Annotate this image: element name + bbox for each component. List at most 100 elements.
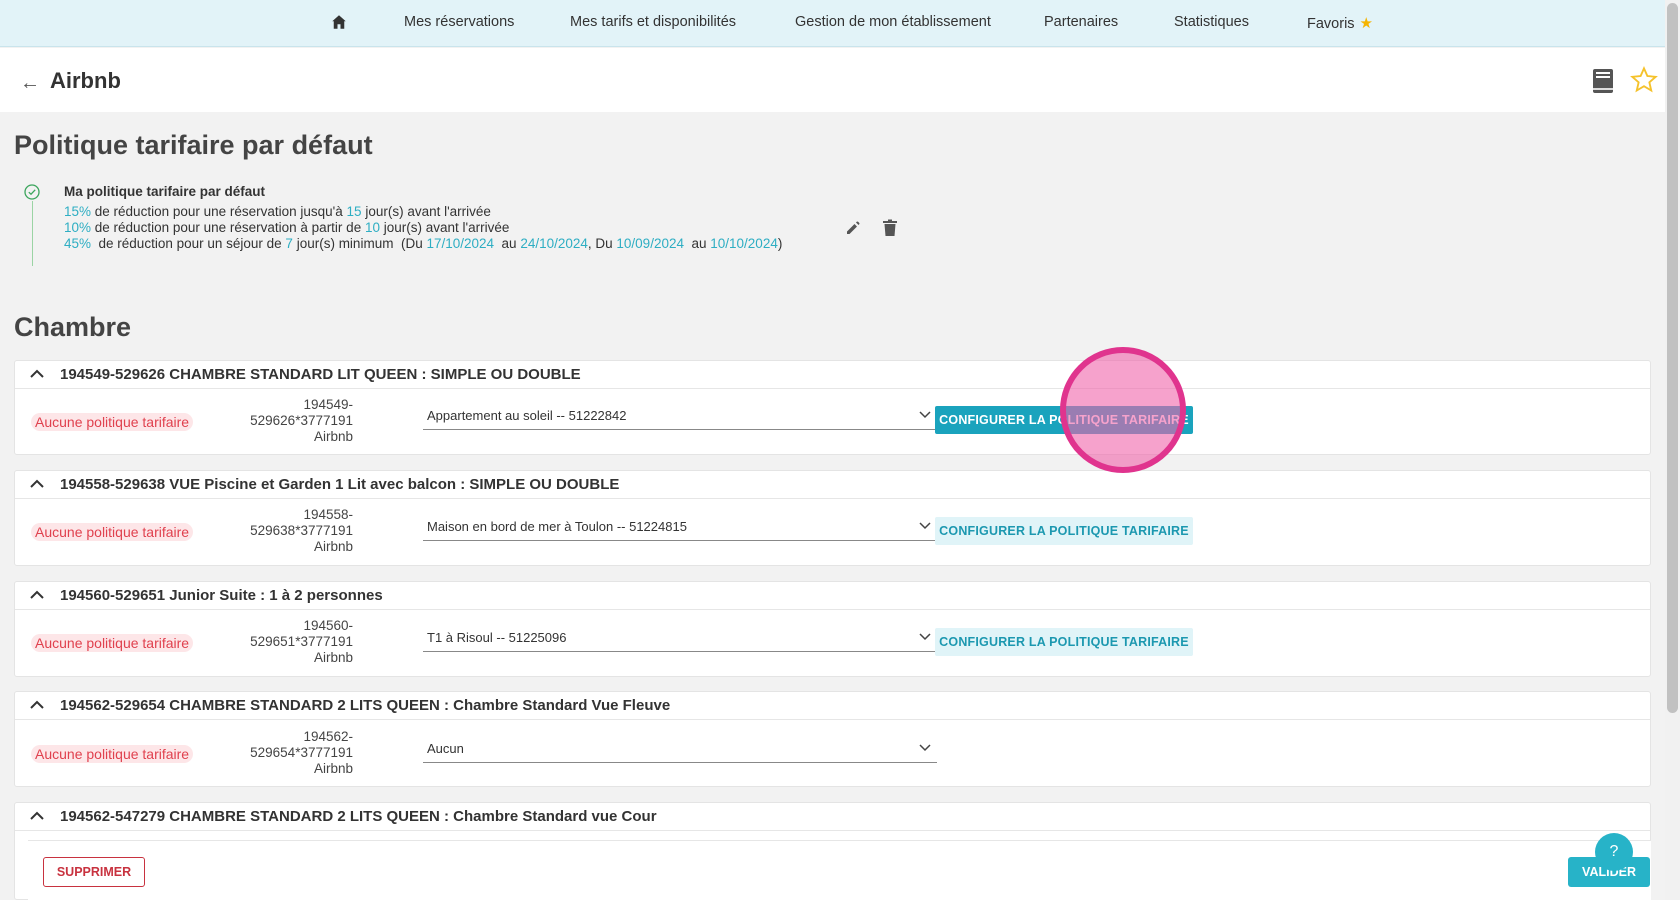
- rule-date: 17/10/2024: [426, 236, 495, 251]
- configure-policy-button[interactable]: CONFIGURER LA POLITIQUE TARIFAIRE: [935, 628, 1193, 656]
- status-badge: Aucune politique tarifaire: [31, 413, 194, 431]
- rule-text: de réduction pour une réservation jusqu'…: [91, 204, 347, 219]
- favorite-star-icon[interactable]: [1630, 66, 1658, 94]
- policy-rule-3: 45% de réduction pour un séjour de 7 jou…: [64, 236, 782, 251]
- room-title: 194562-529654 CHAMBRE STANDARD 2 LITS QU…: [60, 697, 671, 714]
- chevron-up-icon[interactable]: [29, 811, 45, 821]
- room-title: 194558-529638 VUE Piscine et Garden 1 Li…: [60, 476, 620, 493]
- chevron-up-icon[interactable]: [29, 369, 45, 379]
- scrollbar-thumb[interactable]: [1667, 3, 1678, 713]
- chevron-up-icon[interactable]: [29, 590, 45, 600]
- room-id-line: Airbnb: [313, 650, 353, 665]
- rule-text: de réduction pour un séjour de: [91, 236, 286, 251]
- chevron-down-icon: [919, 522, 931, 530]
- room-card: 194560-529651 Junior Suite : 1 à 2 perso…: [14, 581, 1651, 677]
- footer-bar: [28, 840, 1651, 900]
- listing-select-value: Aucun: [427, 741, 464, 756]
- room-card: 194562-529654 CHAMBRE STANDARD 2 LITS QU…: [14, 691, 1651, 787]
- listing-select[interactable]: Appartement au soleil -- 51222842: [423, 404, 937, 430]
- room-card: 194558-529638 VUE Piscine et Garden 1 Li…: [14, 470, 1651, 566]
- room-card-header[interactable]: 194560-529651 Junior Suite : 1 à 2 perso…: [15, 582, 1650, 610]
- room-card-header[interactable]: 194562-547279 CHAMBRE STANDARD 2 LITS QU…: [15, 803, 1650, 831]
- room-card-header[interactable]: 194558-529638 VUE Piscine et Garden 1 Li…: [15, 471, 1650, 499]
- click-indicator: [1060, 347, 1186, 473]
- listing-select-value: Appartement au soleil -- 51222842: [427, 408, 627, 423]
- page-header: [0, 48, 1665, 112]
- rule-text: jour(s) avant l'arrivée: [379, 220, 510, 235]
- policy-rule-1: 15% de réduction pour une réservation ju…: [64, 204, 491, 219]
- nav-favoris-label: Favoris: [1307, 16, 1355, 32]
- room-id: 194560- 529651*3777191 Airbnb: [215, 618, 353, 666]
- room-id-line: 529654*3777191: [250, 745, 353, 760]
- chevron-down-icon: [919, 744, 931, 752]
- listing-select[interactable]: Aucun: [423, 737, 937, 763]
- rule-date: 24/10/2024: [520, 236, 588, 251]
- policy-rule-2: 10% de réduction pour une réservation à …: [64, 220, 509, 235]
- room-id-line: 529638*3777191: [250, 523, 353, 538]
- help-button[interactable]: ?: [1595, 833, 1633, 871]
- timeline-line: [32, 201, 33, 266]
- listing-select-value: Maison en bord de mer à Toulon -- 512248…: [427, 519, 687, 534]
- status-badge: Aucune politique tarifaire: [31, 523, 194, 541]
- rooms-section-title: Chambre: [14, 312, 132, 342]
- rule-percent: 45%: [64, 236, 92, 251]
- top-navigation: Mes réservations Mes tarifs et disponibi…: [0, 0, 1665, 47]
- rule-days: 7: [285, 236, 293, 251]
- delete-button[interactable]: SUPPRIMER: [43, 857, 145, 887]
- chevron-up-icon[interactable]: [29, 700, 45, 710]
- room-id-line: 194558-: [303, 507, 353, 522]
- check-circle-icon: [24, 184, 40, 200]
- edit-pencil-icon[interactable]: [845, 220, 861, 236]
- book-icon[interactable]: [1592, 68, 1614, 94]
- rule-text: ): [777, 236, 783, 251]
- room-id-line: Airbnb: [313, 761, 353, 776]
- rule-percent: 10%: [64, 220, 92, 235]
- rule-text: au: [683, 236, 711, 251]
- chevron-up-icon[interactable]: [29, 479, 45, 489]
- room-card-header[interactable]: 194562-529654 CHAMBRE STANDARD 2 LITS QU…: [15, 692, 1650, 720]
- room-id: 194558- 529638*3777191 Airbnb: [215, 507, 353, 555]
- rule-text: , Du: [587, 236, 617, 251]
- status-badge: Aucune politique tarifaire: [31, 745, 194, 763]
- nav-item-etablissement[interactable]: Gestion de mon établissement: [795, 14, 991, 30]
- room-id-line: 194549-: [303, 397, 353, 412]
- room-id-line: 529626*3777191: [250, 413, 353, 428]
- listing-select[interactable]: T1 à Risoul -- 51225096: [423, 626, 937, 652]
- room-id-line: 529651*3777191: [250, 634, 353, 649]
- listing-select[interactable]: Maison en bord de mer à Toulon -- 512248…: [423, 515, 937, 541]
- policy-section-title: Politique tarifaire par défaut: [14, 130, 373, 160]
- home-icon[interactable]: [330, 13, 348, 31]
- room-title: 194562-547279 CHAMBRE STANDARD 2 LITS QU…: [60, 808, 657, 825]
- chevron-down-icon: [919, 411, 931, 419]
- status-badge: Aucune politique tarifaire: [31, 634, 194, 652]
- back-arrow-icon[interactable]: ←: [20, 72, 40, 95]
- room-id-line: 194562-: [303, 729, 353, 744]
- room-id: 194562- 529654*3777191 Airbnb: [215, 729, 353, 777]
- nav-item-reservations[interactable]: Mes réservations: [404, 14, 514, 30]
- chevron-down-icon: [919, 633, 931, 641]
- trash-icon[interactable]: [882, 219, 898, 237]
- room-id-line: 194560-: [303, 618, 353, 633]
- nav-item-tarifs[interactable]: Mes tarifs et disponibilités: [570, 14, 736, 30]
- nav-item-favoris[interactable]: Favoris ★: [1307, 14, 1373, 32]
- rule-days: 15: [346, 204, 362, 219]
- nav-item-partenaires[interactable]: Partenaires: [1044, 14, 1118, 30]
- policy-title: Ma politique tarifaire par défaut: [64, 184, 266, 199]
- configure-policy-button[interactable]: CONFIGURER LA POLITIQUE TARIFAIRE: [935, 517, 1193, 545]
- nav-item-statistiques[interactable]: Statistiques: [1174, 14, 1249, 30]
- star-icon: ★: [1359, 15, 1373, 32]
- rule-text: jour(s) avant l'arrivée: [361, 204, 491, 219]
- room-card: 194549-529626 CHAMBRE STANDARD LIT QUEEN…: [14, 360, 1651, 455]
- rule-text: au: [494, 236, 521, 251]
- rule-date: 10/10/2024: [710, 236, 778, 251]
- room-card-header[interactable]: 194549-529626 CHAMBRE STANDARD LIT QUEEN…: [15, 361, 1650, 389]
- room-id-line: Airbnb: [313, 429, 353, 444]
- scrollbar[interactable]: [1665, 0, 1680, 900]
- listing-select-value: T1 à Risoul -- 51225096: [427, 630, 567, 645]
- rule-text: jour(s) minimum (Du: [292, 236, 427, 251]
- room-title: 194560-529651 Junior Suite : 1 à 2 perso…: [60, 587, 383, 604]
- rule-date: 10/09/2024: [616, 236, 684, 251]
- page-title: Airbnb: [50, 68, 121, 93]
- rule-text: de réduction pour une réservation à part…: [91, 220, 365, 235]
- rule-days: 10: [364, 220, 380, 235]
